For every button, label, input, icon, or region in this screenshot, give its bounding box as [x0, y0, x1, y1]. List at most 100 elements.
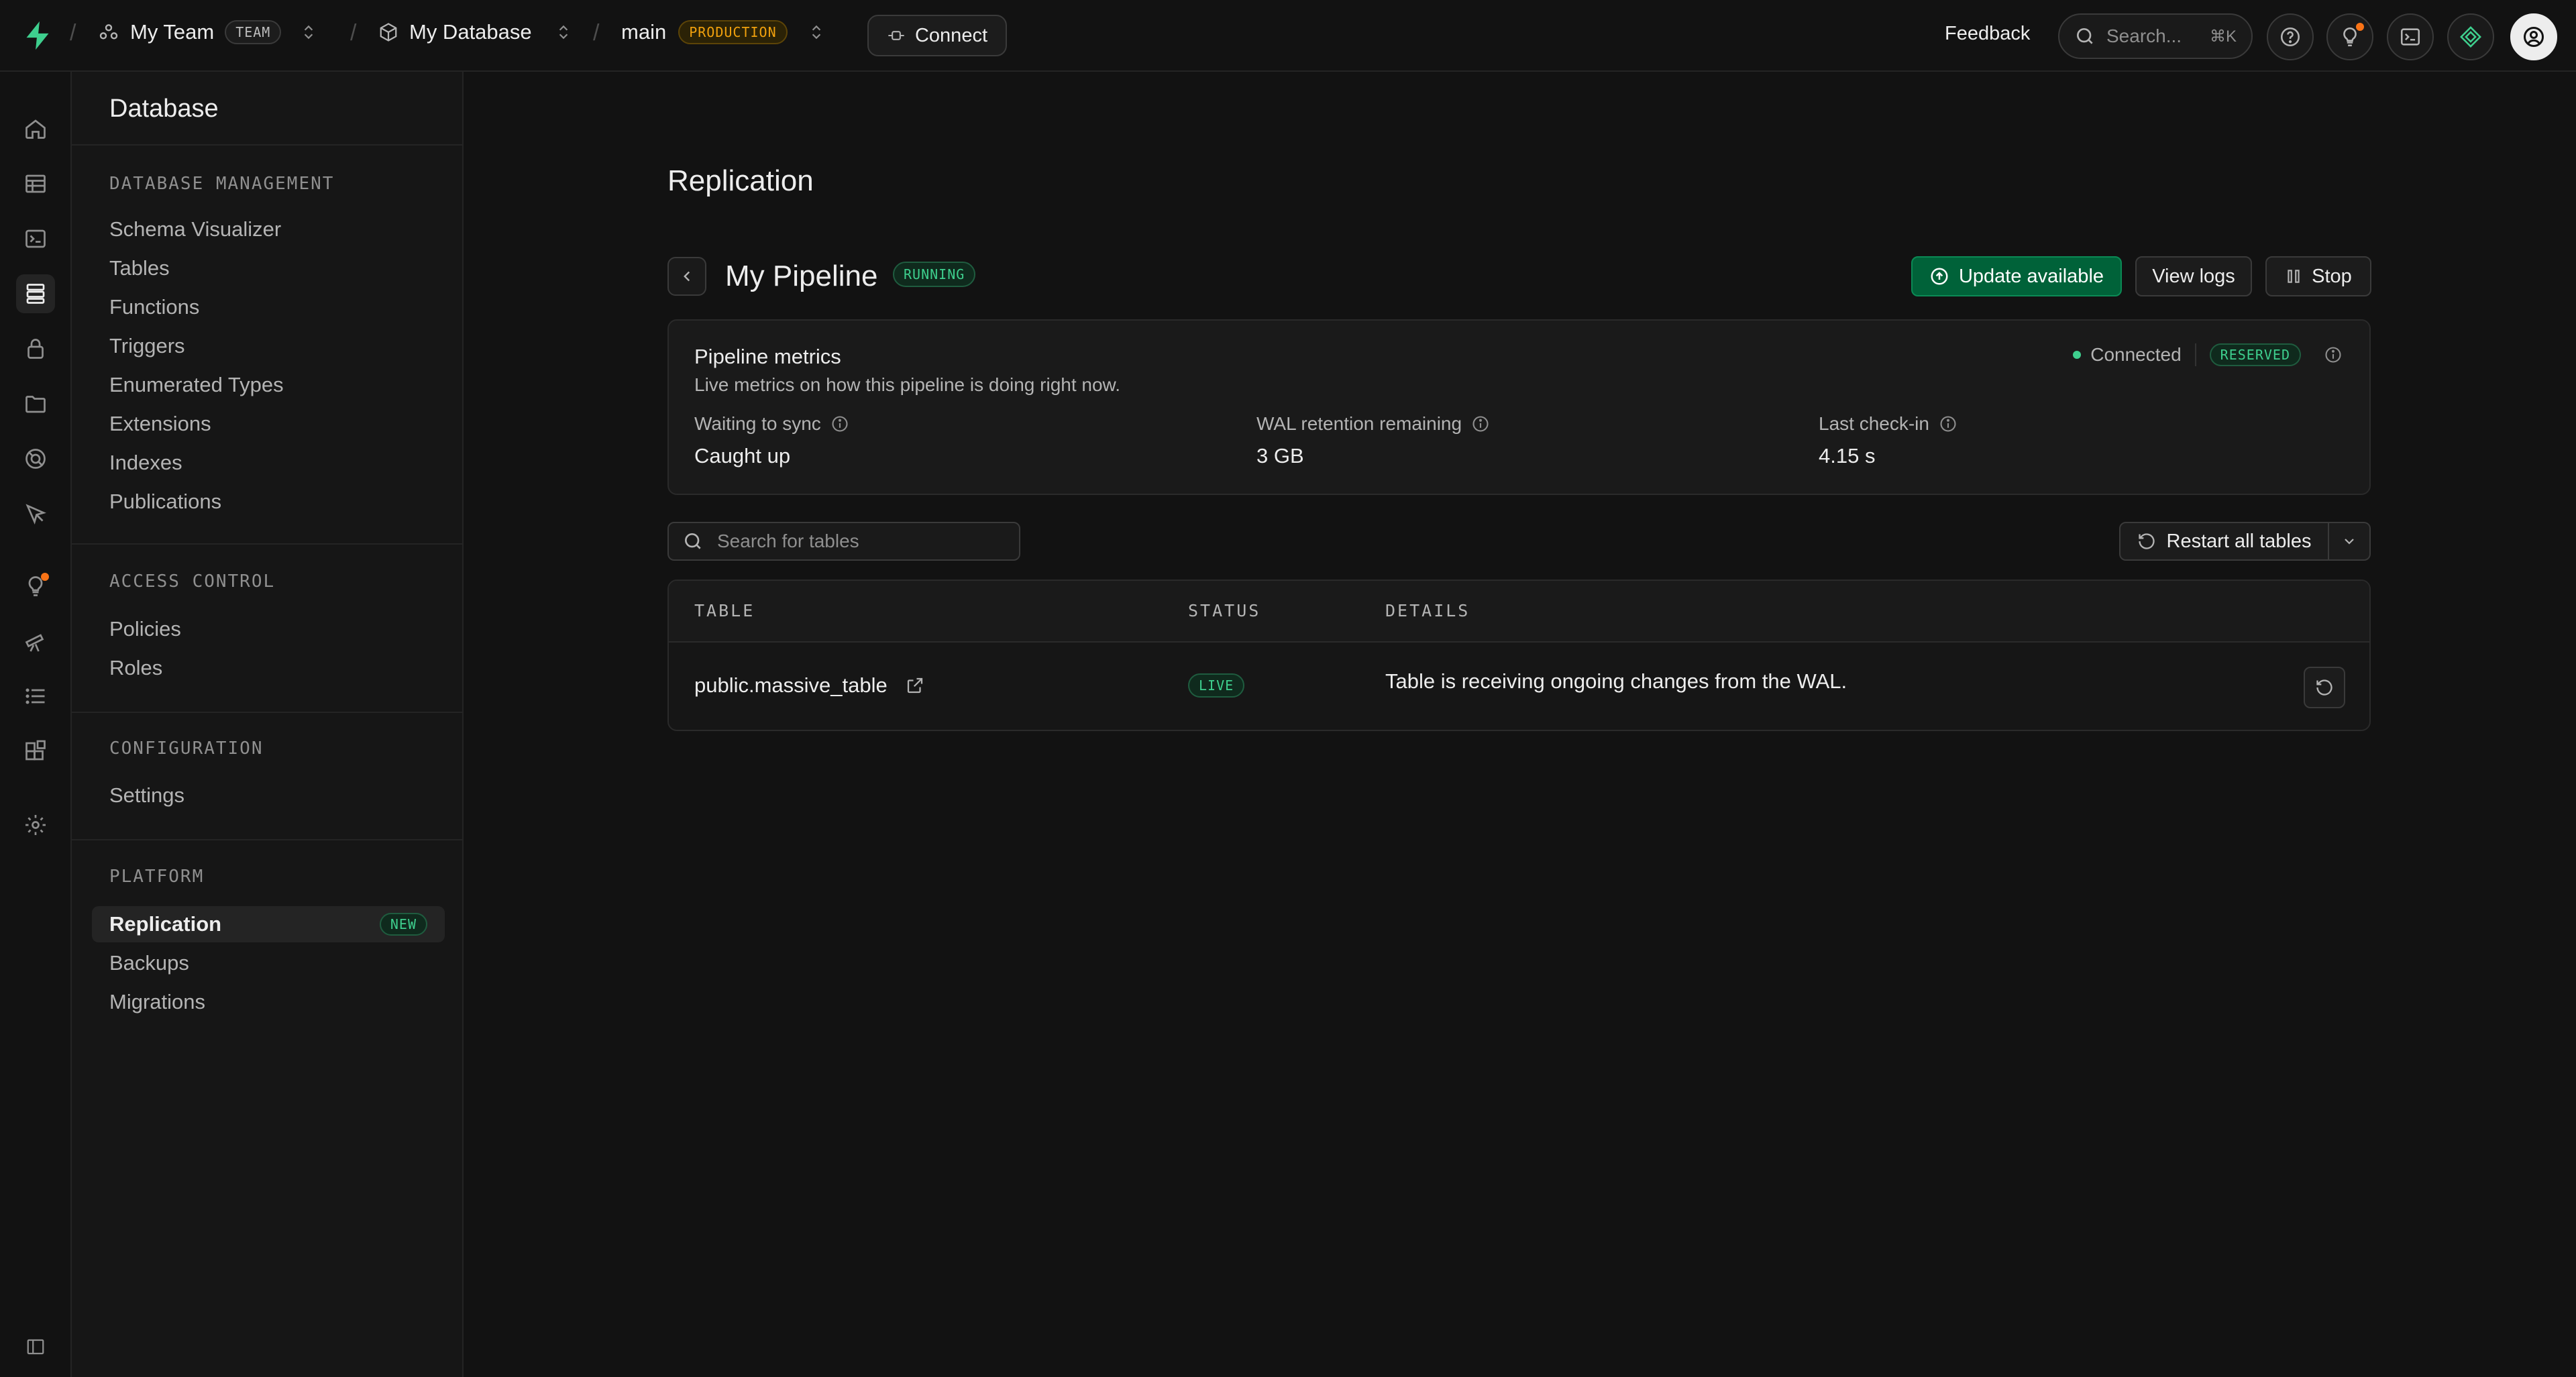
rail-home[interactable] [16, 109, 55, 148]
rail-database[interactable] [16, 274, 55, 313]
column-header-status: STATUS [1188, 601, 1261, 620]
chevron-up-down-icon [555, 22, 572, 42]
nav-backups[interactable]: Backups [92, 945, 445, 981]
sidebar-toggle-icon [25, 1337, 46, 1357]
nav-functions[interactable]: Functions [92, 289, 445, 325]
info-icon[interactable] [1939, 415, 1957, 433]
table-name-cell: public.massive_table [694, 673, 925, 698]
chevron-down-icon [2341, 533, 2357, 549]
database-box-icon [378, 22, 398, 42]
rail-advisors[interactable] [16, 567, 55, 606]
command-search-button[interactable]: Search... ⌘K [2058, 13, 2253, 59]
nav-enumerated-types[interactable]: Enumerated Types [92, 367, 445, 403]
pipeline-metrics-card: Pipeline metrics Live metrics on how thi… [667, 319, 2371, 495]
status-dot [2073, 351, 2082, 359]
metric-last-check-in: Last check-in 4.15 s [1819, 413, 1957, 468]
feedback-button[interactable]: Feedback [1945, 23, 2030, 45]
restart-table-button[interactable] [2304, 667, 2345, 708]
rail-collapse-toggle[interactable] [16, 1327, 55, 1366]
divider [72, 543, 464, 545]
team-badge: TEAM [225, 20, 282, 44]
nav-publications[interactable]: Publications [92, 484, 445, 520]
top-bar: / My Team TEAM / My Database / main PROD… [0, 0, 2576, 72]
chevron-left-icon [678, 268, 696, 285]
lightbulb-icon [23, 573, 49, 598]
team-icon [98, 21, 119, 43]
branch-name: main [621, 20, 667, 44]
rail-integrations[interactable] [16, 732, 55, 771]
external-link-icon[interactable] [905, 675, 925, 696]
assistant-button[interactable] [2447, 13, 2494, 60]
help-button[interactable] [2267, 13, 2314, 60]
page-title: Replication [667, 164, 814, 197]
nav-indexes[interactable]: Indexes [92, 445, 445, 481]
pause-icon [2285, 268, 2302, 285]
terminal-icon [2399, 25, 2422, 48]
restart-all-tables-button[interactable]: Restart all tables [2119, 522, 2329, 561]
rail-storage[interactable] [16, 384, 55, 423]
info-icon[interactable] [1471, 415, 1490, 433]
plug-icon [887, 26, 906, 45]
sql-terminal-button[interactable] [2387, 13, 2434, 60]
search-icon [682, 531, 704, 552]
list-icon [23, 684, 48, 708]
nav-migrations[interactable]: Migrations [92, 984, 445, 1020]
table-name: public.massive_table [694, 673, 888, 697]
user-icon [2522, 25, 2546, 49]
metric-wal-retention: WAL retention remaining 3 GB [1256, 413, 1490, 468]
cursor-icon [23, 502, 48, 526]
metric-value: 4.15 s [1819, 444, 1876, 467]
database-sidebar: Database DATABASE MANAGEMENT Schema Visu… [72, 72, 464, 1377]
supabase-logo-icon[interactable] [23, 20, 52, 51]
metric-label: Waiting to sync [694, 413, 821, 434]
stop-button[interactable]: Stop [2265, 256, 2371, 296]
table-search-input[interactable] [716, 530, 998, 553]
nav-triggers[interactable]: Triggers [92, 328, 445, 364]
rail-edge-functions[interactable] [16, 494, 55, 533]
restart-options-dropdown[interactable] [2329, 522, 2371, 561]
lightbulb-icon [2339, 23, 2364, 48]
database-selector[interactable]: My Database [378, 20, 572, 44]
nav-settings[interactable]: Settings [92, 777, 445, 814]
breadcrumb-separator: / [593, 20, 600, 46]
breadcrumb-separator: / [70, 20, 76, 46]
new-badge: NEW [379, 913, 427, 936]
nav-replication[interactable]: Replication NEW [92, 906, 445, 942]
nav-extensions[interactable]: Extensions [92, 406, 445, 442]
replication-tables: TABLE STATUS DETAILS public.massive_tabl… [667, 580, 2371, 731]
metrics-title: Pipeline metrics [694, 345, 841, 368]
advisor-button[interactable] [2326, 13, 2373, 60]
metric-value: Caught up [694, 444, 791, 467]
rail-observability[interactable] [16, 622, 55, 661]
nav-schema-visualizer[interactable]: Schema Visualizer [92, 211, 445, 247]
icon-rail [0, 72, 72, 1377]
stop-label: Stop [2312, 265, 2352, 287]
nav-roles[interactable]: Roles [92, 650, 445, 686]
rail-logs[interactable] [16, 677, 55, 716]
info-icon[interactable] [2324, 345, 2343, 364]
restart-all-group: Restart all tables [2119, 522, 2371, 561]
rail-authentication[interactable] [16, 329, 55, 368]
back-button[interactable] [667, 257, 706, 296]
rail-settings[interactable] [16, 806, 55, 844]
nav-policies[interactable]: Policies [92, 611, 445, 647]
team-name: My Team [130, 20, 215, 44]
branch-selector[interactable]: main PRODUCTION [621, 20, 825, 44]
metric-label: Last check-in [1819, 413, 1929, 434]
connect-button[interactable]: Connect [867, 15, 1007, 56]
arrow-up-circle-icon [1929, 266, 1949, 286]
search-shortcut: ⌘K [2209, 27, 2237, 46]
view-logs-label: View logs [2152, 265, 2235, 287]
notification-dot [41, 573, 49, 581]
database-name: My Database [409, 20, 532, 44]
user-avatar[interactable] [2510, 13, 2557, 60]
rail-sql-editor[interactable] [16, 219, 55, 258]
table-search [667, 522, 1020, 561]
rail-realtime[interactable] [16, 439, 55, 478]
update-available-button[interactable]: Update available [1911, 256, 2122, 296]
team-selector[interactable]: My Team TEAM [98, 20, 317, 44]
info-icon[interactable] [830, 415, 849, 433]
view-logs-button[interactable]: View logs [2135, 256, 2252, 296]
nav-tables[interactable]: Tables [92, 250, 445, 286]
rail-table-editor[interactable] [16, 164, 55, 203]
